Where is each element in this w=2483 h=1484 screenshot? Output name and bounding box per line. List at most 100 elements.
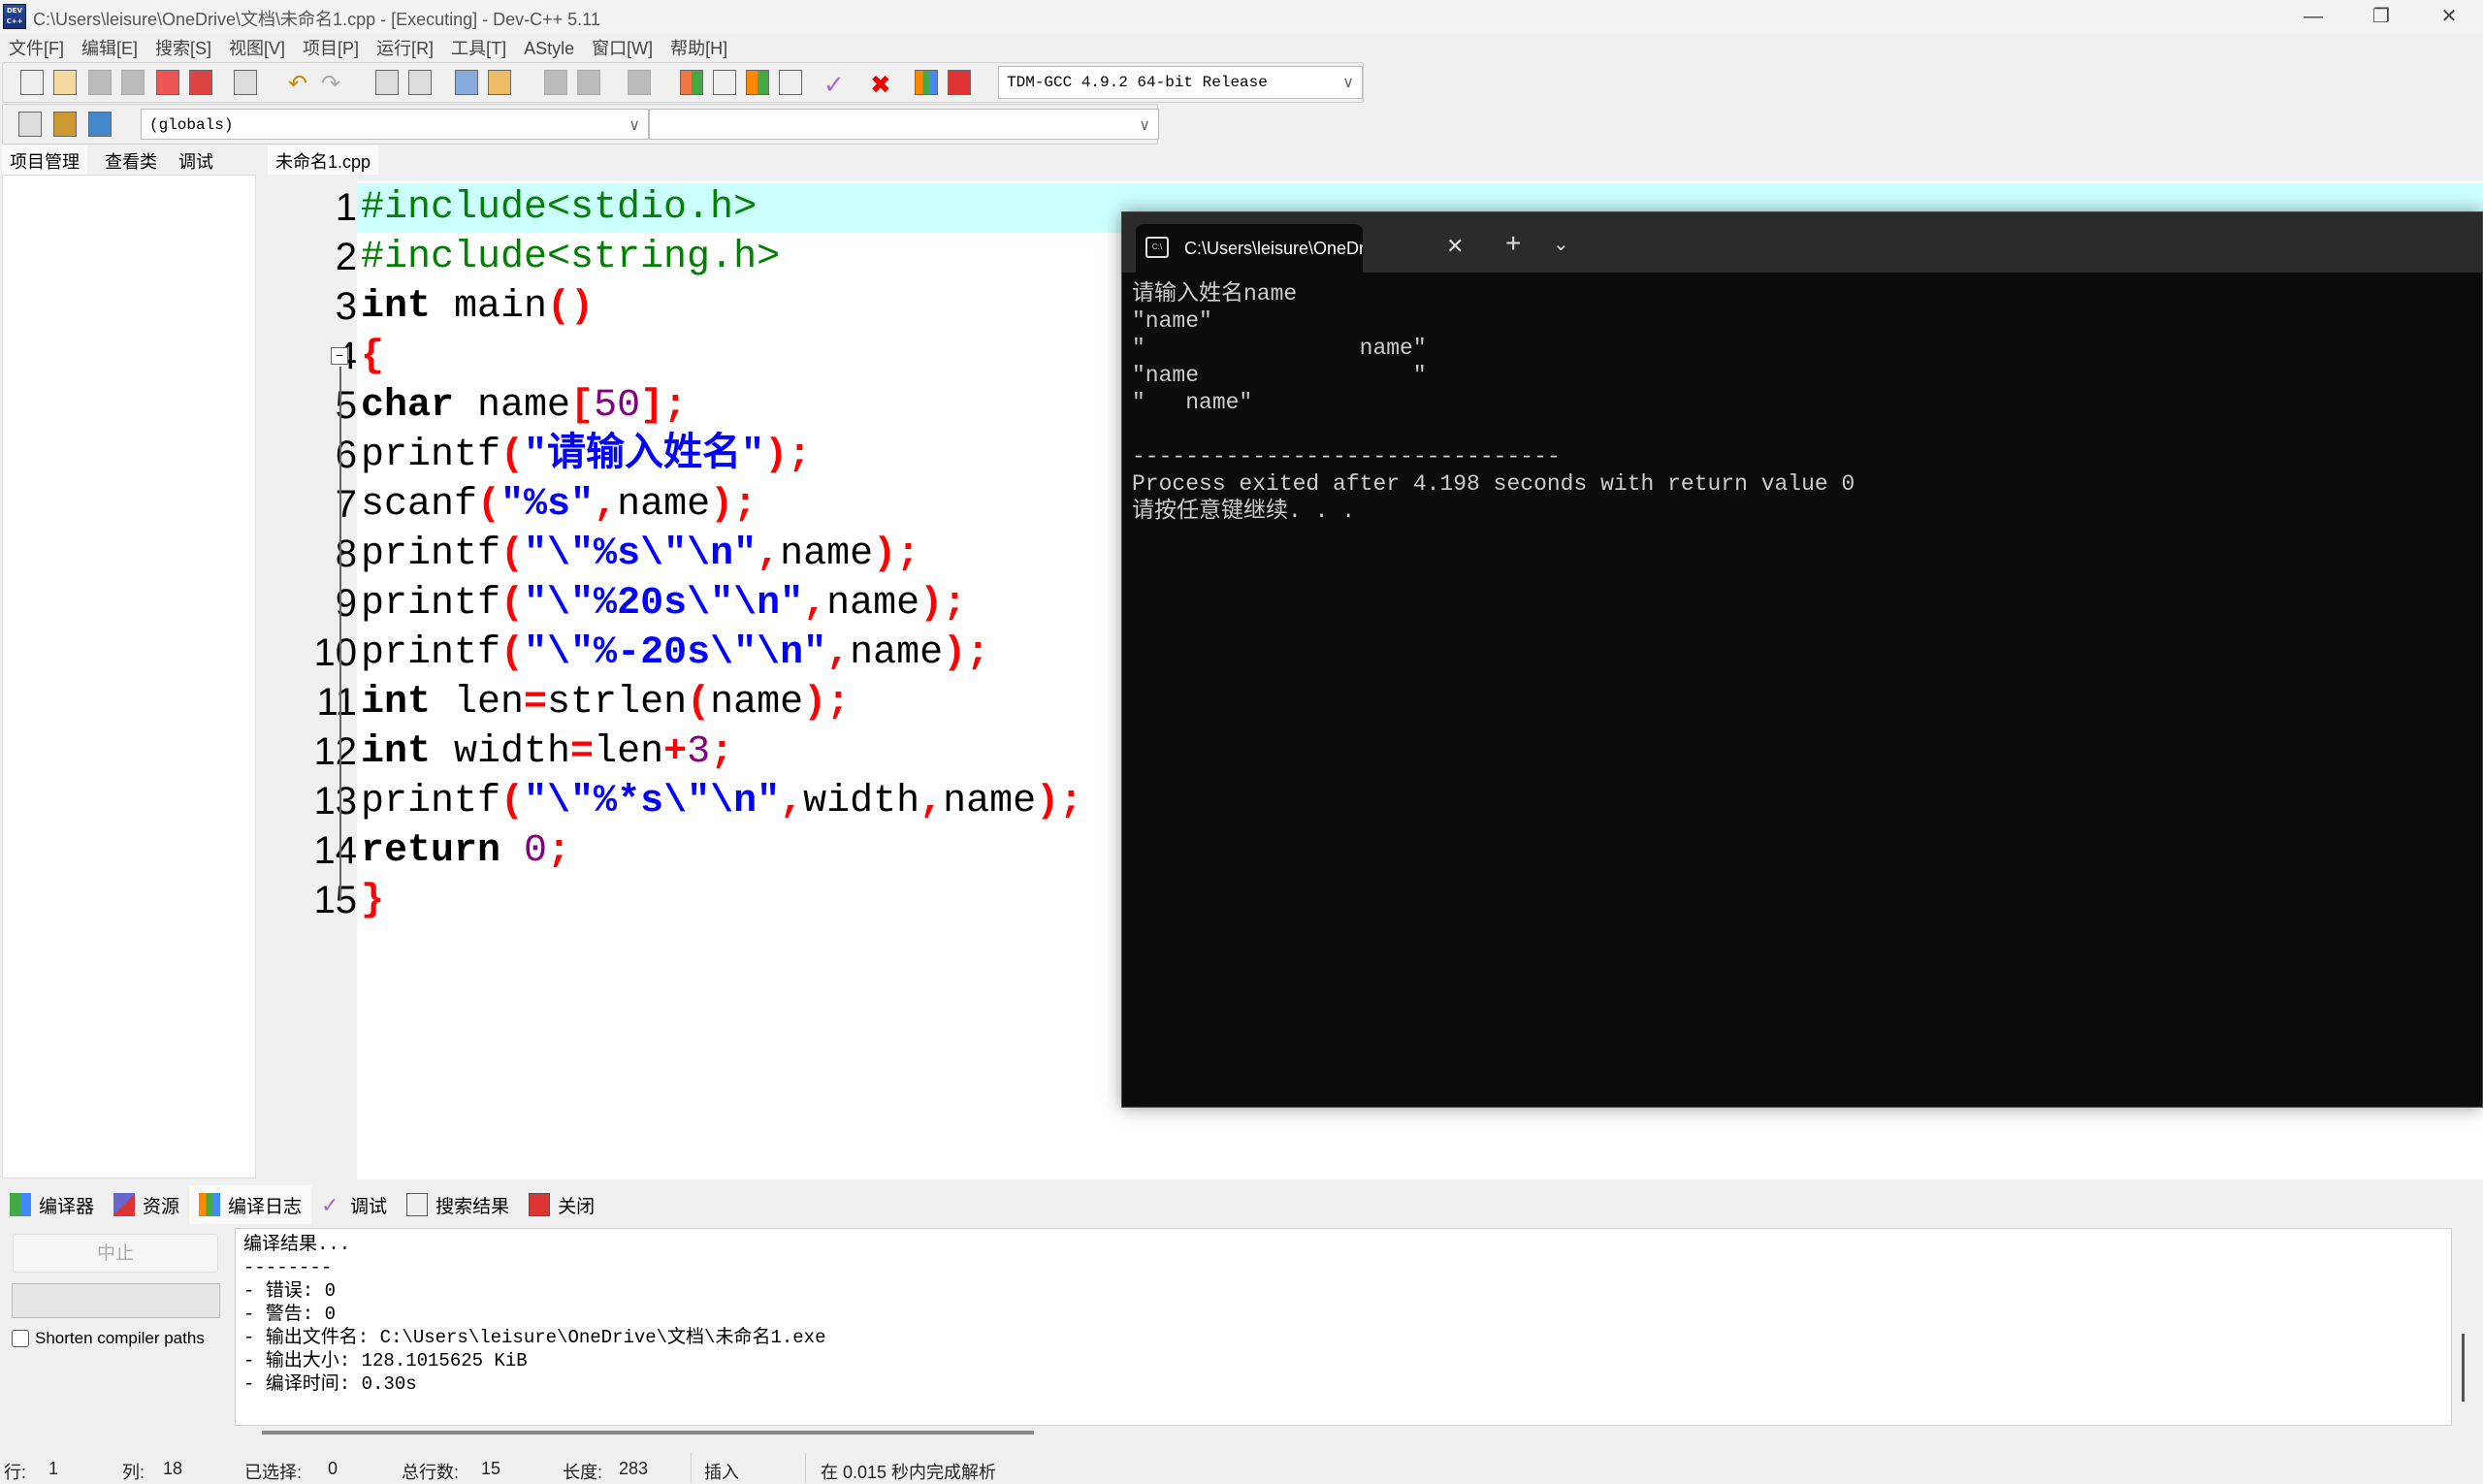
tab-compiler[interactable]: 编译器: [0, 1185, 104, 1224]
close-button[interactable]: ✕: [2415, 2, 2483, 31]
code-token: return: [361, 829, 501, 873]
resources-icon: [113, 1193, 136, 1216]
tab-compile-log[interactable]: 编译日志: [189, 1185, 312, 1224]
menu-edit[interactable]: 编辑[E]: [73, 35, 146, 62]
chart-icon: [199, 1193, 221, 1216]
shorten-paths-checkbox[interactable]: Shorten compiler paths: [12, 1329, 205, 1348]
code-line: printf("请输入姓名");: [361, 431, 811, 480]
menu-tools[interactable]: 工具[T]: [442, 35, 515, 62]
fold-collapse-icon[interactable]: −: [331, 347, 348, 365]
tab-search-results[interactable]: 搜索结果: [397, 1185, 519, 1224]
tab-file[interactable]: 未命名1.cpp: [268, 145, 379, 175]
code-token: name: [943, 780, 1037, 823]
code-token: int: [361, 681, 432, 725]
menu-search[interactable]: 搜索[S]: [146, 35, 220, 62]
menu-help[interactable]: 帮助[H]: [661, 35, 736, 62]
tab-debug-output[interactable]: ✓ 调试: [311, 1185, 397, 1224]
menu-file[interactable]: 文件[F]: [0, 35, 73, 62]
code-token: );: [710, 483, 758, 527]
close-all-icon[interactable]: [189, 70, 212, 95]
stop-icon[interactable]: ✖: [870, 70, 893, 99]
close-tab-icon[interactable]: ✕: [1446, 234, 1464, 259]
vertical-scrollbar[interactable]: [2462, 1334, 2465, 1402]
new-tab-icon[interactable]: +: [1505, 228, 1521, 259]
bookmark-forward-icon[interactable]: [577, 70, 600, 95]
code-token: {: [361, 335, 385, 378]
bookmark-back-icon[interactable]: [544, 70, 567, 95]
total-lines-value: 15: [481, 1459, 501, 1478]
divider: [691, 1453, 692, 1483]
run-icon[interactable]: [713, 70, 736, 95]
compile-run-icon[interactable]: [746, 70, 769, 95]
console-window[interactable]: C:\Users\leisure\OneDrive\文档\未命名1.exe C:…: [1121, 211, 2483, 1108]
abort-button[interactable]: 中止: [13, 1234, 218, 1273]
code-token: scanf: [361, 483, 478, 527]
member-select[interactable]: ∨: [649, 109, 1159, 140]
menu-astyle[interactable]: AStyle: [515, 35, 583, 62]
code-token: name: [617, 483, 711, 527]
secondary-toolbar: (globals) ∨ ∨: [2, 104, 1159, 145]
goto-icon[interactable]: [628, 70, 651, 95]
print-icon[interactable]: [234, 70, 257, 95]
add-to-project-icon[interactable]: [53, 112, 77, 137]
line-number: 11: [316, 681, 357, 724]
line-number: 2: [335, 236, 357, 278]
new-file-icon[interactable]: [20, 70, 44, 95]
code-line: int main(): [361, 282, 594, 332]
code-token: }: [361, 879, 385, 922]
replace-icon[interactable]: [408, 70, 432, 95]
scope-select[interactable]: (globals) ∨: [141, 109, 649, 140]
code-token: #include<string.h>: [361, 236, 781, 279]
undo-icon[interactable]: ↶: [288, 70, 311, 97]
new-project-icon[interactable]: [18, 112, 42, 137]
menu-run[interactable]: 运行[R]: [368, 35, 442, 62]
code-line: char name[50];: [361, 381, 687, 431]
menu-project[interactable]: 项目[P]: [294, 35, 368, 62]
code-token: width: [803, 780, 920, 823]
minimize-button[interactable]: —: [2279, 2, 2347, 31]
menu-window[interactable]: 窗口[W]: [583, 35, 661, 62]
compile-log[interactable]: 编译结果... -------- - 错误: 0 - 警告: 0 - 输出文件名…: [235, 1228, 2452, 1426]
menu-view[interactable]: 视图[V]: [220, 35, 294, 62]
close-file-icon[interactable]: [156, 70, 179, 95]
tab-project[interactable]: 项目管理: [2, 145, 87, 175]
code-line: {: [361, 332, 384, 381]
code-line: #include<stdio.h>: [361, 183, 757, 233]
code-token: strlen: [547, 681, 688, 725]
tab-debug[interactable]: 调试: [171, 145, 221, 175]
redo-icon[interactable]: ↷: [321, 70, 344, 97]
horizontal-scrollbar[interactable]: [262, 1431, 1034, 1435]
code-token: name: [710, 681, 804, 725]
code-token: "\"%s\"\n": [524, 532, 758, 576]
checkbox[interactable]: [12, 1330, 29, 1347]
tab-label: 搜索结果: [435, 1196, 510, 1217]
console-tab[interactable]: C:\Users\leisure\OneDrive\文档\未命名1.exe: [1136, 224, 1363, 273]
chevron-down-icon[interactable]: ⌄: [1553, 232, 1569, 256]
find-icon[interactable]: [375, 70, 399, 95]
unindent-icon[interactable]: [488, 70, 511, 95]
main-toolbar: ↶ ↷ ✓ ✖ TDM-GCC 4.9.2 64-bit Release ∨: [2, 62, 1364, 103]
indent-icon[interactable]: [455, 70, 478, 95]
open-file-icon[interactable]: [53, 70, 77, 95]
compiler-select[interactable]: TDM-GCC 4.9.2 64-bit Release ∨: [998, 66, 1363, 99]
restore-button[interactable]: ❐: [2347, 2, 2415, 31]
profile-icon[interactable]: [915, 70, 938, 95]
save-icon[interactable]: [88, 70, 112, 95]
tab-classes[interactable]: 查看类: [97, 145, 165, 175]
code-token: "请输入姓名": [524, 434, 765, 477]
syntax-check-icon[interactable]: ✓: [823, 70, 847, 99]
compile-icon[interactable]: [680, 70, 703, 95]
tab-close[interactable]: 关闭: [519, 1185, 604, 1224]
code-token: 3: [687, 730, 711, 774]
code-token: );: [803, 681, 851, 725]
delete-profile-icon[interactable]: [948, 70, 971, 95]
status-bar: 行: 1 列: 18 已选择: 0 总行数: 15 长度: 283 插入 在 0…: [0, 1453, 2483, 1483]
tab-resources[interactable]: 资源: [104, 1185, 189, 1224]
tab-label: 编译器: [39, 1196, 95, 1217]
save-all-icon[interactable]: [121, 70, 145, 95]
rebuild-icon[interactable]: [779, 70, 802, 95]
code-token: (: [500, 532, 525, 576]
terminal-icon: C:\: [1145, 237, 1169, 258]
remove-from-project-icon[interactable]: [88, 112, 112, 137]
